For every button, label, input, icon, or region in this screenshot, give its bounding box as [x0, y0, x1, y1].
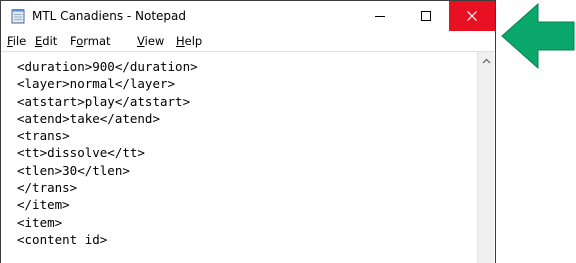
scroll-up-button[interactable] — [478, 52, 494, 69]
pointer-arrow-icon — [501, 2, 575, 70]
notepad-icon — [11, 9, 25, 24]
menu-help[interactable]: Help — [176, 34, 202, 48]
text-content: <duration>900</duration> <layer>normal</… — [17, 58, 198, 248]
text-line: <item> — [17, 214, 63, 230]
text-line: <content id> — [17, 231, 108, 247]
text-line: <duration>900</duration> — [17, 59, 198, 74]
text-line: <trans> — [17, 128, 70, 144]
maximize-button[interactable] — [403, 1, 448, 31]
text-editor[interactable]: <duration>900</duration> <layer>normal</… — [2, 51, 494, 263]
menu-file[interactable]: File — [7, 34, 26, 48]
vertical-scrollbar[interactable] — [477, 52, 494, 263]
text-line: </item> — [17, 197, 70, 213]
menu-bar: File Edit Format View Help — [1, 31, 495, 51]
text-line: <layer>normal</layer> — [17, 76, 176, 92]
text-line: <atstart>play</atstart> — [17, 93, 191, 109]
text-line: <atend>take</atend> — [17, 110, 160, 126]
notepad-window: MTL Canadiens - Notepad File Edit Format… — [0, 0, 496, 263]
chevron-up-icon — [482, 58, 490, 63]
menu-format[interactable]: Format — [70, 34, 111, 48]
minimize-icon — [374, 16, 385, 17]
window-title: MTL Canadiens - Notepad — [32, 9, 187, 23]
text-line: <tt>dissolve</tt> — [17, 145, 145, 161]
text-line: <tlen>30</tlen> — [17, 162, 130, 178]
title-bar[interactable]: MTL Canadiens - Notepad — [1, 1, 495, 31]
close-icon — [467, 11, 477, 21]
close-button[interactable] — [449, 1, 495, 31]
menu-edit[interactable]: Edit — [35, 34, 57, 48]
maximize-icon — [420, 11, 431, 21]
text-line: </trans> — [17, 180, 78, 196]
menu-view[interactable]: View — [137, 34, 164, 48]
minimize-button[interactable] — [357, 1, 402, 31]
